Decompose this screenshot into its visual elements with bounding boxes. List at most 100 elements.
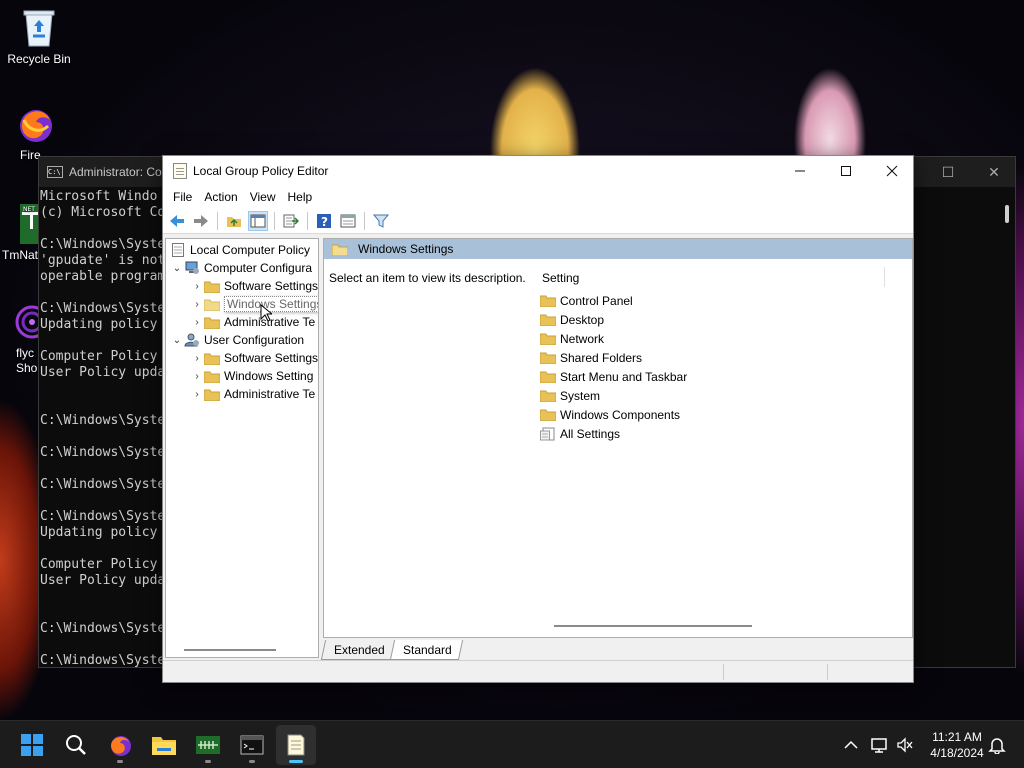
tab-extended[interactable]: Extended [320, 640, 396, 660]
chevron-right-icon[interactable]: › [190, 371, 204, 382]
forward-button[interactable] [191, 211, 211, 231]
cmd-icon: C:\ [47, 166, 63, 178]
export-list-icon [283, 214, 299, 227]
properties-button[interactable] [338, 211, 358, 231]
console-title: Administrator: Co [69, 165, 162, 179]
folder-icon [204, 315, 220, 329]
tree-item-user-windows-settings[interactable]: › Windows Setting [190, 367, 313, 385]
tree-item-user-administrative-templates[interactable]: › Administrative Te [190, 385, 315, 403]
list-item-desktop[interactable]: Desktop [540, 310, 604, 329]
help-icon: ? [317, 213, 331, 229]
running-indicator [117, 760, 123, 763]
show-hidden-icons-button[interactable] [840, 721, 862, 768]
taskbar-group-policy-editor[interactable] [276, 725, 316, 765]
taskbar-network-app[interactable] [188, 725, 228, 765]
details-pane[interactable]: Windows Settings Select an item to view … [323, 238, 913, 638]
chevron-right-icon[interactable]: › [190, 281, 204, 292]
start-button[interactable] [12, 725, 52, 765]
list-item-network[interactable]: Network [540, 329, 604, 348]
maximize-button[interactable] [823, 156, 869, 186]
chevron-down-icon[interactable]: ⌄ [170, 335, 184, 346]
list-item-windows-components[interactable]: Windows Components [540, 405, 680, 424]
console-line: Computer Policy [40, 557, 158, 572]
minimize-icon [795, 170, 805, 172]
search-button[interactable] [56, 725, 96, 765]
close-button[interactable] [869, 156, 915, 186]
back-button[interactable] [167, 211, 187, 231]
folder-icon [204, 369, 220, 383]
taskbar-clock[interactable]: 11:21 AM 4/18/2024 [924, 729, 990, 761]
taskbar: 11:21 AM 4/18/2024 [0, 720, 1024, 768]
toolbar-separator [307, 211, 308, 230]
tree-item-user-configuration[interactable]: ⌄ User Configuration [170, 331, 304, 349]
chevron-right-icon[interactable]: › [190, 389, 204, 400]
folder-icon [204, 387, 220, 401]
desktop-icon-recycle-bin[interactable]: Recycle Bin [1, 8, 77, 66]
notifications-button[interactable] [986, 721, 1008, 768]
console-tree-pane[interactable]: Local Computer Policy ⌄ Computer Configu… [165, 238, 319, 658]
gpe-window[interactable]: Local Group Policy Editor File Action Vi… [162, 155, 914, 683]
list-item-all-settings[interactable]: All Settings [540, 424, 620, 443]
chevron-right-icon[interactable]: › [190, 317, 204, 328]
windows-logo-icon [21, 734, 43, 756]
show-hide-tree-button[interactable] [248, 210, 268, 231]
terminal-icon [240, 735, 264, 755]
chevron-right-icon[interactable]: › [190, 299, 204, 310]
console-line: C:\Windows\Syste [40, 301, 162, 316]
volume-muted-icon [897, 737, 913, 753]
filter-button[interactable] [371, 211, 391, 231]
list-item-system[interactable]: System [540, 386, 600, 405]
list-item-start-menu-and-taskbar[interactable]: Start Menu and Taskbar [540, 367, 687, 386]
tab-standard[interactable]: Standard [389, 640, 463, 660]
minimize-button[interactable] [777, 156, 823, 186]
close-icon [886, 165, 898, 177]
console-line: C:\Windows\Syste [40, 445, 162, 460]
console-scrollbar-thumb[interactable] [1005, 205, 1009, 223]
network-tray-button[interactable] [868, 721, 890, 768]
column-separator[interactable] [884, 267, 885, 287]
tree-item-user-software-settings[interactable]: › Software Settings [190, 349, 318, 367]
column-header-setting[interactable]: Setting [542, 271, 579, 285]
export-list-button[interactable] [281, 211, 301, 231]
console-close-button[interactable]: ✕ [971, 157, 1017, 187]
tree-item-software-settings[interactable]: › Software Settings [190, 277, 318, 295]
list-item-shared-folders[interactable]: Shared Folders [540, 348, 642, 367]
recycle-bin-icon [19, 8, 59, 48]
desktop-icon-firefox[interactable]: Fire [0, 104, 52, 162]
chevron-down-icon[interactable]: ⌄ [170, 263, 184, 274]
tree-item-computer-configuration[interactable]: ⌄ Computer Configura [170, 259, 312, 277]
tree-item-local-computer-policy[interactable]: Local Computer Policy [170, 241, 310, 259]
volume-tray-button[interactable] [894, 721, 916, 768]
settings-list[interactable]: Setting Control Panel Desktop Network Sh… [528, 259, 912, 637]
list-item-control-panel[interactable]: Control Panel [540, 291, 633, 310]
details-horizontal-scrollbar[interactable] [554, 625, 752, 627]
toolbar: ? [163, 208, 913, 234]
menu-help[interactable]: Help [282, 190, 319, 204]
tree-horizontal-scrollbar[interactable] [184, 649, 276, 651]
tree-item-windows-settings[interactable]: › Windows Settings [190, 295, 318, 313]
policy-icon [170, 243, 186, 257]
taskbar-command-prompt[interactable] [232, 725, 272, 765]
menu-action[interactable]: Action [198, 190, 243, 204]
up-level-button[interactable] [224, 211, 244, 231]
taskbar-file-explorer[interactable] [144, 725, 184, 765]
folder-icon [540, 370, 556, 384]
tree-item-administrative-templates[interactable]: › Administrative Te [190, 313, 315, 331]
clock-time: 11:21 AM [932, 730, 982, 744]
console-maximize-button[interactable]: ☐ [925, 157, 971, 187]
help-button[interactable]: ? [314, 211, 334, 231]
taskbar-firefox[interactable] [100, 725, 140, 765]
menu-view[interactable]: View [244, 190, 282, 204]
chevron-right-icon[interactable]: › [190, 353, 204, 364]
console-line: C:\Windows\Syste [40, 621, 162, 636]
menu-file[interactable]: File [167, 190, 198, 204]
firefox-icon [111, 736, 131, 756]
gpe-title: Local Group Policy Editor [193, 164, 329, 178]
properties-icon [340, 214, 356, 227]
svg-text:NET: NET [23, 206, 35, 213]
folder-icon [204, 351, 220, 365]
